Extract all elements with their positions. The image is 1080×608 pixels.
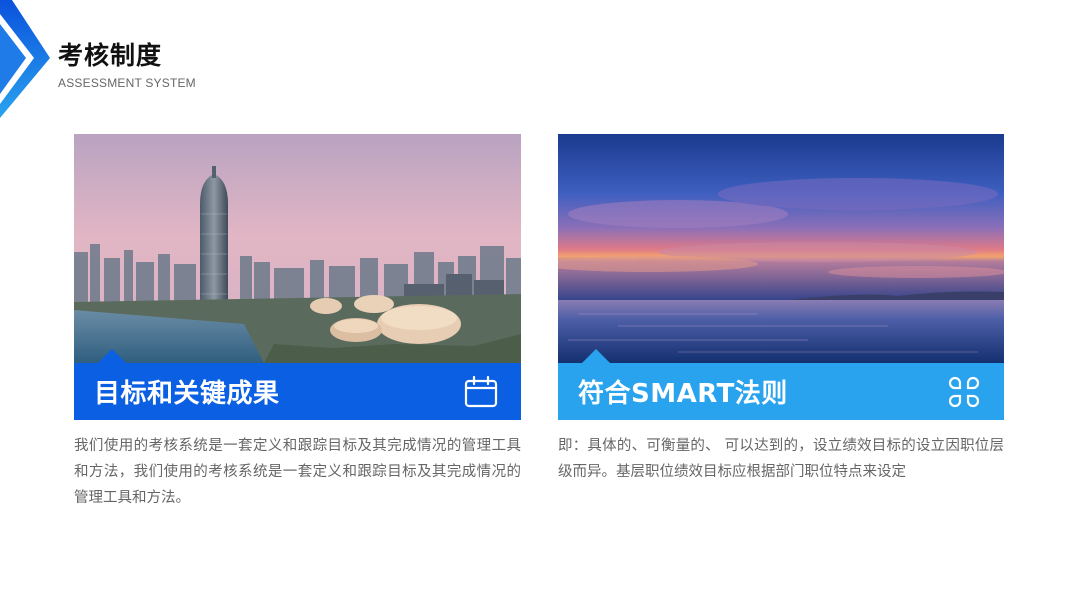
page-subtitle: ASSESSMENT SYSTEM bbox=[58, 76, 196, 90]
okr-heading: 目标和关键成果 bbox=[94, 379, 280, 409]
smart-card: 符合SMART法则 即：具体的、可衡量的、 可以达到的，设立绩效目标的设立因职位… bbox=[558, 134, 1004, 485]
sunset-lake-photo bbox=[558, 134, 1004, 363]
okr-banner: 目标和关键成果 bbox=[74, 349, 521, 420]
okr-description: 我们使用的考核系统是一套定义和跟踪目标及其完成情况的管理工具和方法，我们使用的考… bbox=[74, 438, 521, 506]
okr-card: 目标和关键成果 我们使用的考核系统是一套定义和跟踪目标及其完成情况的管理工具和方… bbox=[74, 134, 521, 511]
city-skyline-photo bbox=[74, 134, 521, 363]
banner-notch bbox=[582, 349, 610, 363]
page-title: 考核制度 bbox=[58, 41, 163, 70]
corner-chevron-decoration bbox=[0, 0, 50, 118]
smart-heading: 符合SMART法则 bbox=[578, 379, 788, 409]
calendar-icon bbox=[464, 375, 498, 407]
banner-notch bbox=[98, 349, 126, 363]
smart-banner: 符合SMART法则 bbox=[558, 349, 1004, 420]
smart-description: 即：具体的、可衡量的、 可以达到的，设立绩效目标的设立因职位层级而异。基层职位绩… bbox=[558, 438, 1004, 480]
command-icon bbox=[948, 376, 980, 407]
